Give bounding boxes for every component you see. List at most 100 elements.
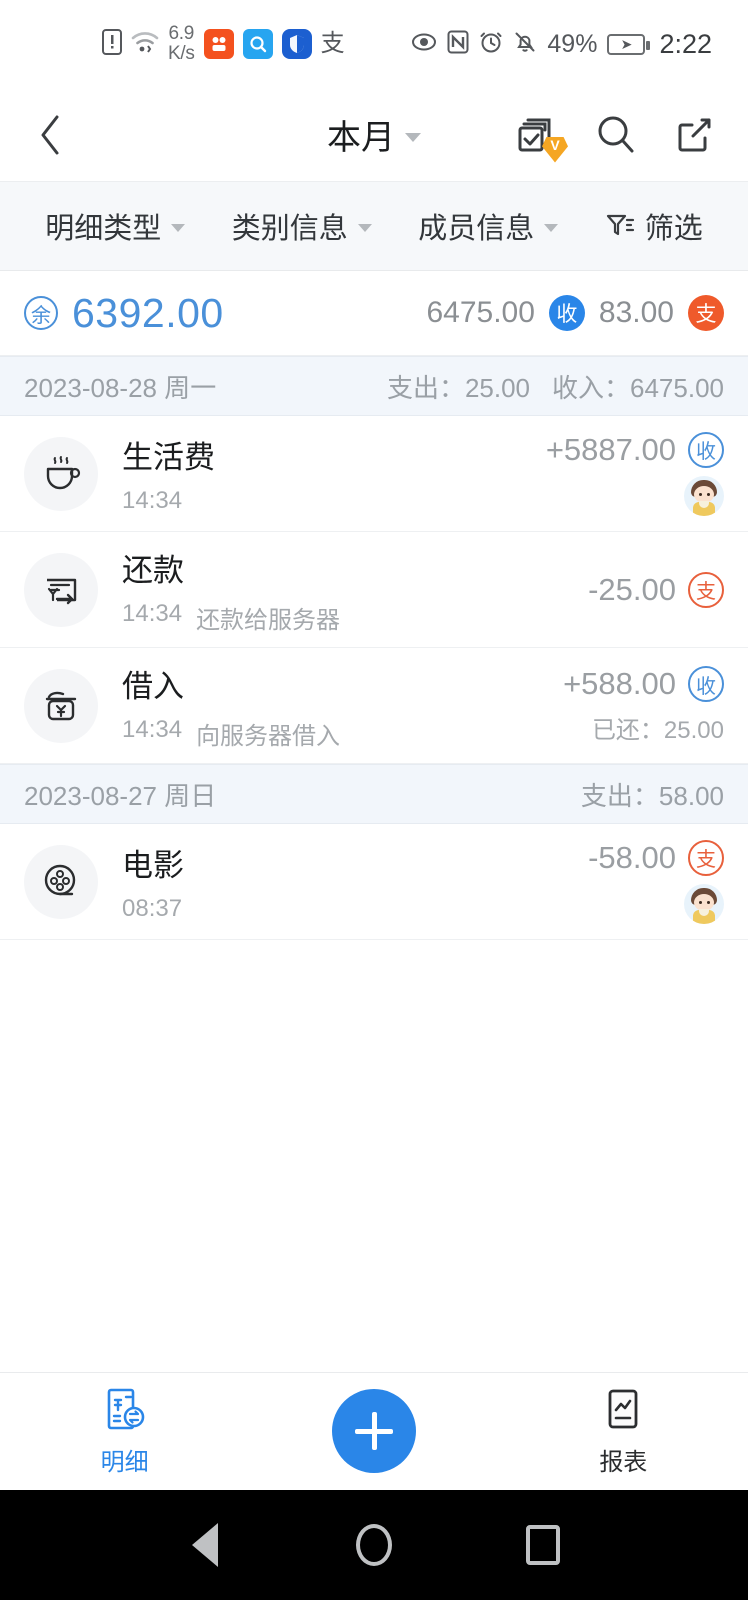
expense-total: 83.00 [598,296,674,329]
status-bar-left: 6.9 K/s 支 [102,24,345,64]
clock-time: 2:22 [659,28,712,59]
transaction-type-badge: 收 [688,431,724,468]
category-icon-wrap [24,668,98,743]
income-total: 6475.00 [426,296,535,329]
receipt-exchange-icon [107,1388,144,1430]
alarm-icon [479,30,503,59]
android-home-button[interactable] [351,1522,397,1568]
filter-detail-type[interactable]: 明细类型 [45,205,186,247]
bottom-navigation: 明细 报表 [0,1372,748,1490]
tab-report-label: 报表 [599,1449,648,1476]
share-icon [678,118,711,151]
category-icon-wrap [24,436,98,511]
search-button[interactable] [590,109,642,161]
batch-select-button[interactable]: V [512,109,568,163]
android-home-icon [355,1524,392,1566]
transaction-title: 还款 [122,552,184,588]
film-reel-icon [44,864,76,895]
summary-totals: 6475.00 收 83.00 支 [426,295,724,331]
transaction-time: 14:34 [122,715,183,743]
transaction-type-badge: 支 [688,839,724,876]
table-row[interactable]: 生活费 14:34 +5887.00 收 [0,416,748,532]
battery-charging-icon: ➤ [607,33,651,55]
filter-category-info[interactable]: 类别信息 [232,205,372,247]
chevron-down-icon [171,224,186,232]
transaction-note: 还款给服务器 [196,606,341,634]
tab-detail-label: 明细 [100,1449,149,1476]
vip-badge: V [542,136,568,163]
transaction-amount: +588.00 [563,666,676,701]
tab-detail[interactable]: 明细 [0,1386,249,1477]
transaction-title: 电影 [122,848,184,883]
filter-member-info-label: 成员信息 [418,213,535,245]
back-button[interactable] [28,113,72,157]
income-badge: 收 [548,295,585,331]
add-record-button[interactable] [332,1389,416,1473]
table-row[interactable]: 还款 14:34 还款给服务器 -25.00 支 [0,532,748,648]
balance-badge: 余 [24,296,58,330]
status-bar: 6.9 K/s 支 49% ➤ 2:22 [0,0,748,88]
kuaishou-app-icon [203,29,234,59]
avatar [684,475,724,516]
table-row[interactable]: 电影 08:37 -58.00 支 [0,824,748,940]
eye-comfort-icon [411,31,437,58]
transaction-info: 还款 14:34 还款给服务器 [122,545,588,635]
amount-line: +5887.00 收 [545,431,724,468]
table-row[interactable]: 借入 14:34 向服务器借入 +588.00 收 已还：25.00 [0,648,748,764]
filter-button-label: 筛选 [644,213,703,245]
transaction-amount-block: +5887.00 收 [545,431,724,516]
borrow-wallet-icon [45,691,77,720]
filter-member-info[interactable]: 成员信息 [418,205,559,247]
android-recents-icon [526,1525,561,1565]
filter-button[interactable]: 筛选 [605,205,703,247]
android-recents-button[interactable] [520,1522,566,1568]
transaction-time: 14:34 [122,487,183,514]
wifi-icon [131,30,159,59]
chevron-down-icon [357,224,372,232]
date-label: 2023-08-28 周一 [24,372,217,403]
tab-report[interactable]: 报表 [499,1386,748,1477]
transaction-amount: -58.00 [588,839,676,875]
network-speed-value: 6.9 [168,23,195,44]
transaction-amount: -25.00 [588,571,676,607]
transaction-time: 08:37 [122,895,183,922]
transaction-list[interactable]: 2023-08-28 周一 支出：25.00 收入：6475.00 生活费 14… [0,356,748,1372]
avatar [684,883,724,924]
repaid-note: 已还：25.00 [591,717,724,744]
date-expense-total: 支出：58.00 [580,780,724,811]
date-totals: 支出：25.00 收入：6475.00 [387,368,724,405]
back-chevron-icon [41,115,59,154]
page-title[interactable]: 本月 [327,110,395,159]
app-screen: 6.9 K/s 支 49% ➤ 2:22 本月 V 明细类型 类别信息 成员信息… [0,0,748,1600]
amount-line: -58.00 支 [588,839,724,876]
transaction-title: 借入 [122,668,184,704]
summary-bar: 余 6392.00 6475.00 收 83.00 支 [0,271,748,356]
bell-mute-icon [513,30,537,59]
transaction-subtitle: 14:34 向服务器借入 [122,716,563,751]
date-group-header: 2023-08-27 周日 支出：58.00 [0,764,748,824]
filter-category-info-label: 类别信息 [231,213,348,245]
app-header: 本月 V [0,88,748,181]
battery-percent: 49% [547,29,598,58]
sim-alert-icon [102,28,122,60]
funnel-icon [606,214,634,236]
share-button[interactable] [668,109,720,161]
chevron-down-icon[interactable] [405,133,421,142]
network-speed: 6.9 K/s [168,24,195,64]
android-navigation-bar [0,1490,748,1600]
transaction-amount: +5887.00 [545,431,676,467]
android-back-button[interactable] [182,1522,228,1568]
summary-balance: 余 6392.00 [24,290,224,337]
date-totals: 支出：58.00 [581,776,724,813]
android-back-icon [191,1523,218,1567]
date-label: 2023-08-27 周日 [24,780,217,811]
category-icon-wrap [24,552,98,627]
transaction-amount-block: +588.00 收 已还：25.00 [563,666,724,745]
transaction-subtitle: 14:34 还款给服务器 [122,600,588,635]
shield-app-icon [281,29,312,59]
filter-bar: 明细类型 类别信息 成员信息 筛选 [0,181,748,271]
network-speed-unit: K/s [168,43,195,64]
alipay-icon: 支 [320,30,345,57]
nfc-icon [447,30,469,59]
search-icon [598,116,634,152]
